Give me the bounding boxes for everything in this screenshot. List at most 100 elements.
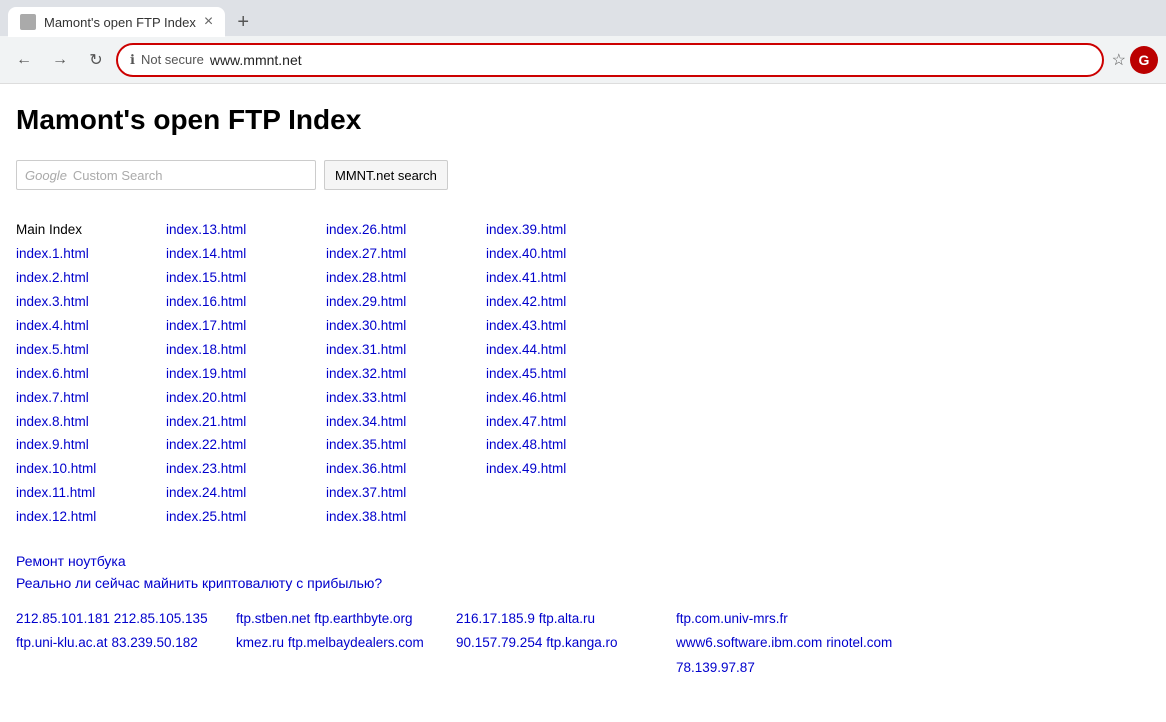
list-item[interactable]: index.24.html	[166, 485, 246, 500]
list-item[interactable]: index.37.html	[326, 485, 406, 500]
list-item[interactable]: index.11.html	[16, 485, 95, 500]
list-item[interactable]: index.16.html	[166, 294, 246, 309]
list-item[interactable]: index.23.html	[166, 461, 246, 476]
profile-icon[interactable]: G	[1130, 46, 1158, 74]
list-item[interactable]: index.3.html	[16, 294, 89, 309]
bookmark-icon[interactable]: ☆	[1112, 50, 1126, 70]
lock-icon: ℹ	[130, 52, 135, 68]
list-item[interactable]: index.31.html	[326, 342, 406, 357]
list-item[interactable]: index.7.html	[16, 390, 89, 405]
list-item[interactable]: index.12.html	[16, 509, 96, 524]
index-col4: index.39.html index.40.html index.41.htm…	[486, 218, 646, 529]
list-item[interactable]: 90.157.79.254	[456, 635, 542, 650]
list-item[interactable]: index.47.html	[486, 414, 566, 429]
list-item[interactable]: index.29.html	[326, 294, 406, 309]
list-item[interactable]: index.10.html	[16, 461, 96, 476]
list-item[interactable]: ftp.earthbyte.org	[314, 611, 412, 626]
list-item[interactable]: index.40.html	[486, 246, 566, 261]
list-item[interactable]: ftp.melbaydealers.com	[288, 635, 424, 650]
list-item[interactable]: index.44.html	[486, 342, 566, 357]
list-item[interactable]: index.26.html	[326, 222, 406, 237]
not-secure-label: Not secure	[141, 52, 204, 67]
list-item[interactable]: index.36.html	[326, 461, 406, 476]
list-item[interactable]: ftp.com.univ-mrs.fr	[676, 611, 788, 626]
list-item[interactable]: index.34.html	[326, 414, 406, 429]
search-area: Google Custom Search MMNT.net search	[16, 160, 1150, 190]
promo-link-1[interactable]: Ремонт ноутбука	[16, 553, 1150, 569]
search-box[interactable]: Google Custom Search	[16, 160, 316, 190]
list-item[interactable]: index.14.html	[166, 246, 246, 261]
list-item[interactable]: 212.85.105.135	[114, 611, 208, 626]
list-item[interactable]: index.20.html	[166, 390, 246, 405]
list-item[interactable]: index.5.html	[16, 342, 89, 357]
list-item[interactable]: index.28.html	[326, 270, 406, 285]
list-item[interactable]: index.1.html	[16, 246, 89, 261]
list-item[interactable]: index.19.html	[166, 366, 246, 381]
list-item[interactable]: ftp.stben.net	[236, 611, 310, 626]
bottom-col4: ftp.com.univ-mrs.fr www6.software.ibm.co…	[676, 607, 896, 680]
list-item[interactable]: kmez.ru	[236, 635, 284, 650]
tab-title: Mamont's open FTP Index	[44, 15, 196, 30]
list-item[interactable]: index.48.html	[486, 437, 566, 452]
search-button[interactable]: MMNT.net search	[324, 160, 448, 190]
list-item[interactable]: index.17.html	[166, 318, 246, 333]
list-item[interactable]: ftp.uni-klu.ac.at	[16, 635, 108, 650]
list-item[interactable]: index.49.html	[486, 461, 566, 476]
main-index-label: Main Index	[16, 222, 82, 237]
list-item[interactable]: index.35.html	[326, 437, 406, 452]
list-item[interactable]: index.42.html	[486, 294, 566, 309]
address-text[interactable]: www.mmnt.net	[210, 52, 1090, 68]
active-tab[interactable]: Mamont's open FTP Index ×	[8, 7, 225, 37]
search-placeholder: Custom Search	[73, 168, 163, 183]
tab-bar: Mamont's open FTP Index × +	[0, 0, 1166, 36]
list-item[interactable]: index.38.html	[326, 509, 406, 524]
index-col2: index.13.html index.14.html index.15.htm…	[166, 218, 326, 529]
bottom-links: 212.85.101.181 212.85.105.135 ftp.uni-kl…	[16, 607, 1150, 680]
list-item[interactable]: index.27.html	[326, 246, 406, 261]
page-content: Mamont's open FTP Index Google Custom Se…	[0, 84, 1166, 700]
list-item[interactable]: index.33.html	[326, 390, 406, 405]
page-title: Mamont's open FTP Index	[16, 104, 1150, 136]
list-item[interactable]: 83.239.50.182	[111, 635, 197, 650]
list-item[interactable]: ftp.kanga.ro	[546, 635, 617, 650]
list-item[interactable]: index.4.html	[16, 318, 89, 333]
list-item[interactable]: ftp.alta.ru	[539, 611, 595, 626]
promo-links: Ремонт ноутбука Реально ли сейчас майнит…	[16, 553, 1150, 591]
promo-link-2[interactable]: Реально ли сейчас майнить криптовалюту с…	[16, 575, 1150, 591]
list-item[interactable]: index.6.html	[16, 366, 89, 381]
nav-bar: ← → ↻ ℹ Not secure www.mmnt.net ☆ G	[0, 36, 1166, 84]
bottom-col2: ftp.stben.net ftp.earthbyte.org kmez.ru …	[236, 607, 456, 680]
list-item[interactable]: index.2.html	[16, 270, 89, 285]
list-item[interactable]: index.45.html	[486, 366, 566, 381]
bottom-col1: 212.85.101.181 212.85.105.135 ftp.uni-kl…	[16, 607, 236, 680]
google-label: Google	[25, 168, 67, 183]
list-item[interactable]: index.46.html	[486, 390, 566, 405]
list-item[interactable]: index.15.html	[166, 270, 246, 285]
list-item[interactable]: rinotel.com	[826, 635, 892, 650]
list-item[interactable]: index.22.html	[166, 437, 246, 452]
address-bar[interactable]: ℹ Not secure www.mmnt.net	[116, 43, 1104, 77]
tab-close-button[interactable]: ×	[204, 13, 213, 31]
list-item[interactable]: index.32.html	[326, 366, 406, 381]
list-item[interactable]: index.18.html	[166, 342, 246, 357]
list-item[interactable]: index.25.html	[166, 509, 246, 524]
list-item[interactable]: 216.17.185.9	[456, 611, 535, 626]
list-item[interactable]: 212.85.101.181	[16, 611, 110, 626]
index-col3: index.26.html index.27.html index.28.htm…	[326, 218, 486, 529]
list-item[interactable]: www6.software.ibm.com	[676, 635, 822, 650]
list-item[interactable]: index.41.html	[486, 270, 566, 285]
index-section: Main Index index.1.html index.2.html ind…	[16, 218, 1150, 529]
list-item[interactable]: index.21.html	[166, 414, 246, 429]
list-item[interactable]: index.39.html	[486, 222, 566, 237]
index-grid: Main Index index.1.html index.2.html ind…	[16, 218, 1150, 529]
back-button[interactable]: ←	[8, 44, 40, 76]
list-item[interactable]: index.30.html	[326, 318, 406, 333]
reload-button[interactable]: ↻	[80, 44, 112, 76]
new-tab-button[interactable]: +	[229, 8, 257, 36]
list-item[interactable]: index.43.html	[486, 318, 566, 333]
list-item[interactable]: index.9.html	[16, 437, 89, 452]
list-item[interactable]: 78.139.97.87	[676, 660, 755, 675]
list-item[interactable]: index.13.html	[166, 222, 246, 237]
list-item[interactable]: index.8.html	[16, 414, 89, 429]
forward-button[interactable]: →	[44, 44, 76, 76]
